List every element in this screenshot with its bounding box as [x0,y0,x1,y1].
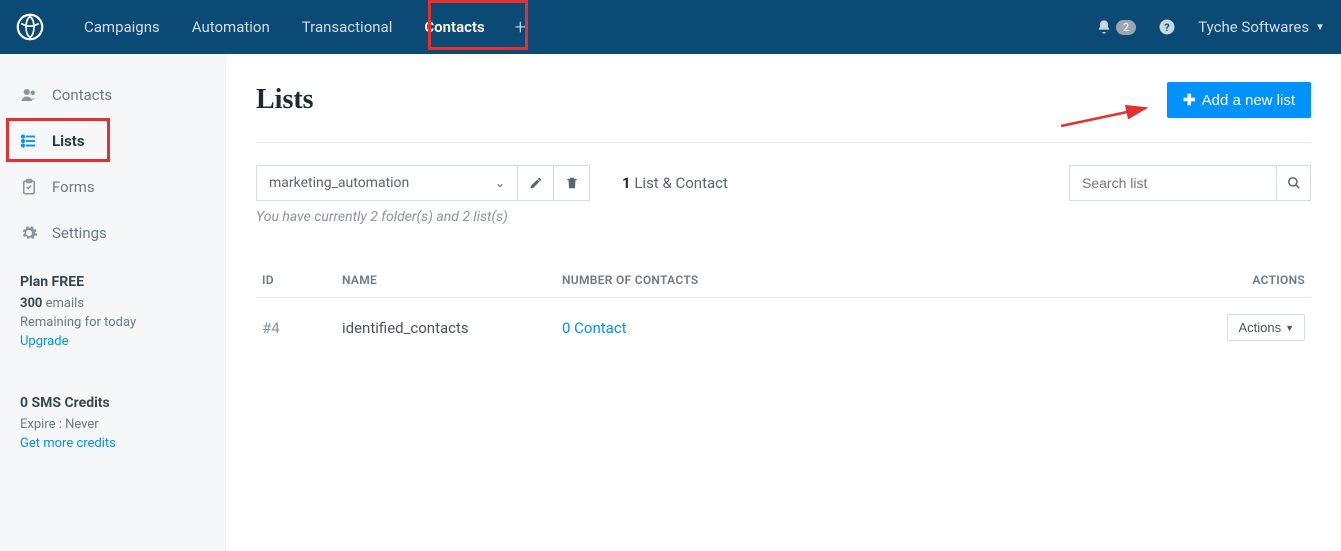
add-list-button[interactable]: ✚ Add a new list [1167,82,1311,118]
header-name: NAME [342,273,562,287]
help-button[interactable]: ? [1158,18,1176,36]
sidebar-item-forms[interactable]: Forms [0,164,225,210]
plus-icon: ✚ [1183,91,1196,109]
sidebar-item-label: Contacts [52,86,112,104]
sidebar-item-lists[interactable]: Lists [0,118,225,164]
plan-remaining: Remaining for today [20,315,205,330]
main-content: Lists ✚ Add a new list marketing_automat… [226,54,1341,551]
users-icon [20,86,38,104]
sidebar-item-label: Lists [52,132,85,150]
delete-folder-button[interactable] [554,165,590,201]
sms-info: 0 SMS Credits Expire : Never Get more cr… [0,377,225,451]
sms-expire: Expire : Never [20,417,205,432]
contact-count-link[interactable]: 0 Contact [562,319,627,337]
table-row: #4 identified_contacts 0 Contact Actions… [256,298,1311,357]
notifications-badge: 2 [1116,20,1136,35]
lists-table: ID NAME NUMBER OF CONTACTS ACTIONS #4 id… [256,263,1311,357]
chevron-down-icon: ⌄ [495,176,505,190]
account-menu[interactable]: Tyche Softwares ▼ [1198,18,1325,36]
nav-transactional[interactable]: Transactional [286,0,409,54]
plan-emails: 300 emails [20,296,205,311]
cell-id: #4 [262,319,342,337]
nav-contacts[interactable]: Contacts [408,0,500,54]
search-button[interactable] [1277,165,1311,201]
upgrade-link[interactable]: Upgrade [20,334,68,349]
list-count-label: 1 List & Contact [622,174,728,192]
chevron-down-icon: ▼ [1315,22,1325,33]
account-name: Tyche Softwares [1198,18,1309,36]
sidebar-item-label: Forms [52,178,95,196]
actions-label: Actions [1238,320,1281,335]
row-actions-button[interactable]: Actions ▼ [1227,314,1305,341]
header-count: NUMBER OF CONTACTS [562,273,1225,287]
table-header: ID NAME NUMBER OF CONTACTS ACTIONS [256,263,1311,298]
sidebar-item-label: Settings [52,224,107,242]
caret-down-icon: ▼ [1285,323,1294,333]
trash-icon [565,176,579,190]
nav-items: Campaigns Automation Transactional Conta… [68,0,540,54]
nav-add-icon[interactable]: + [501,0,540,54]
brand-logo[interactable] [16,13,44,41]
top-navigation: Campaigns Automation Transactional Conta… [0,0,1341,54]
search-icon [1287,176,1301,190]
sms-title: 0 SMS Credits [20,395,205,411]
sidebar: Contacts Lists Forms Settings Plan FREE … [0,54,226,551]
svg-text:?: ? [1165,21,1170,34]
nav-campaigns[interactable]: Campaigns [68,0,176,54]
cell-count: 0 Contact [562,319,1225,337]
folder-select[interactable]: marketing_automation ⌄ [256,165,518,201]
notifications-button[interactable]: 2 [1096,19,1136,35]
header-id: ID [262,273,342,287]
list-icon [20,132,38,150]
gear-icon [20,224,38,242]
plan-title: Plan FREE [20,274,205,290]
sidebar-item-settings[interactable]: Settings [0,210,225,256]
bell-icon [1096,19,1112,35]
sidebar-item-contacts[interactable]: Contacts [0,72,225,118]
nav-automation[interactable]: Automation [176,0,286,54]
clipboard-icon [20,178,38,196]
folder-selected-value: marketing_automation [269,175,409,191]
get-credits-link[interactable]: Get more credits [20,436,116,451]
help-icon: ? [1158,18,1176,36]
header-actions: ACTIONS [1225,273,1305,287]
cell-name: identified_contacts [342,319,562,337]
pencil-icon [529,176,543,190]
edit-folder-button[interactable] [518,165,554,201]
search-input[interactable] [1069,165,1277,201]
folder-info-text: You have currently 2 folder(s) and 2 lis… [256,209,1311,225]
plan-info: Plan FREE 300 emails Remaining for today… [0,256,225,349]
add-list-label: Add a new list [1202,92,1295,109]
page-title: Lists [256,84,314,116]
